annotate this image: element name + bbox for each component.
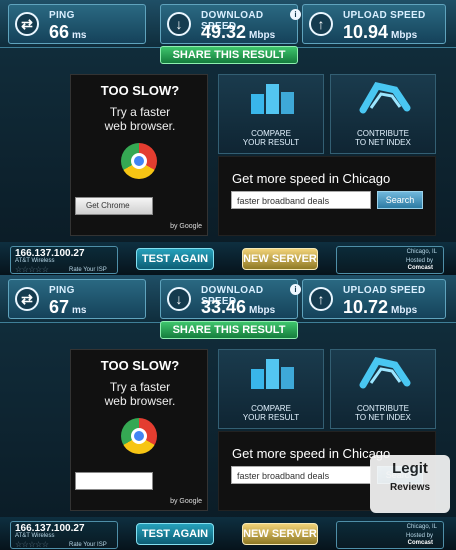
bar-chart-icon bbox=[251, 84, 294, 114]
rating-stars-icon[interactable]: ☆☆☆☆☆ bbox=[15, 265, 49, 274]
download-arrow-icon: ↓ bbox=[167, 287, 191, 311]
network-icon bbox=[359, 357, 411, 389]
footer-bar: 166.137.100.27 AT&T Wireless ☆☆☆☆☆ Rate … bbox=[0, 242, 456, 275]
compare-result-tile[interactable]: COMPARE YOUR RESULT bbox=[218, 74, 324, 154]
contribute-label: CONTRIBUTE TO NET INDEX bbox=[355, 129, 411, 147]
ping-stat: ⇄ PING 66 ms bbox=[8, 4, 146, 44]
server-city: Chicago, IL bbox=[406, 249, 437, 255]
search-input[interactable]: faster broadband deals bbox=[231, 191, 371, 209]
watermark-logo: Legit Reviews bbox=[370, 455, 450, 513]
rate-isp-link[interactable]: Rate Your ISP bbox=[69, 267, 107, 273]
ping-value: 66 ms bbox=[49, 22, 87, 42]
upload-stat: ↑ UPLOAD SPEED 10.72 Mbps bbox=[302, 279, 446, 319]
search-title: Get more speed in Chicago bbox=[232, 446, 391, 461]
upload-arrow-icon: ↑ bbox=[309, 287, 333, 311]
test-again-button[interactable]: TEST AGAIN bbox=[136, 248, 214, 270]
compare-result-tile[interactable]: COMPARE YOUR RESULT bbox=[218, 349, 324, 429]
upload-value: 10.72 Mbps bbox=[343, 297, 418, 317]
server-info: Chicago, IL Hosted by Comcast bbox=[336, 521, 444, 549]
isp-name: AT&T Wireless bbox=[15, 258, 55, 264]
network-icon bbox=[359, 82, 411, 114]
ad-text: Try a faster web browser. bbox=[104, 105, 176, 133]
contribute-tile[interactable]: CONTRIBUTE TO NET INDEX bbox=[330, 349, 436, 429]
search-input[interactable]: faster broadband deals bbox=[231, 466, 371, 484]
browser-ad[interactable]: TOO SLOW? Try a faster web browser. Get C… bbox=[70, 74, 208, 236]
ad-text: Try a faster web browser. bbox=[104, 380, 176, 408]
ip-info: 166.137.100.27 AT&T Wireless ☆☆☆☆☆ Rate … bbox=[10, 246, 118, 274]
ad-title: TOO SLOW? bbox=[100, 83, 180, 98]
share-result-button[interactable]: SHARE THIS RESULT bbox=[160, 46, 298, 64]
bar-chart-icon bbox=[251, 359, 294, 389]
ad-title: TOO SLOW? bbox=[100, 358, 180, 373]
share-result-button[interactable]: SHARE THIS RESULT bbox=[160, 321, 298, 339]
get-chrome-button[interactable] bbox=[75, 472, 153, 490]
speedtest-panel: ⇄ PING 66 ms ↓ DOWNLOAD SPEED i 49.32 Mbps… bbox=[0, 0, 456, 275]
download-stat: ↓ DOWNLOAD SPEED i 49.32 Mbps bbox=[160, 4, 301, 44]
ad-by-google: by Google bbox=[170, 498, 202, 505]
search-button[interactable]: Search bbox=[377, 191, 423, 209]
server-info: Chicago, IL Hosted by Comcast bbox=[336, 246, 444, 274]
download-value: 33.46 Mbps bbox=[201, 297, 276, 317]
chrome-logo-icon bbox=[121, 418, 157, 454]
search-title: Get more speed in Chicago bbox=[232, 171, 391, 186]
upload-stat: ↑ UPLOAD SPEED 10.94 Mbps bbox=[302, 4, 446, 44]
ping-label: PING bbox=[49, 10, 75, 21]
contribute-tile[interactable]: CONTRIBUTE TO NET INDEX bbox=[330, 74, 436, 154]
compare-label: COMPARE YOUR RESULT bbox=[242, 404, 300, 422]
ping-icon: ⇄ bbox=[15, 287, 39, 311]
download-value: 49.32 Mbps bbox=[201, 22, 276, 42]
ping-icon: ⇄ bbox=[15, 12, 39, 36]
ad-by-google: by Google bbox=[170, 223, 202, 230]
isp-name: AT&T Wireless bbox=[15, 533, 55, 539]
footer-bar: 166.137.100.27 AT&T Wireless ☆☆☆☆☆ Rate … bbox=[0, 517, 456, 550]
rate-isp-link[interactable]: Rate Your ISP bbox=[69, 542, 107, 548]
ping-stat: ⇄ PING 67 ms bbox=[8, 279, 146, 319]
download-arrow-icon: ↓ bbox=[167, 12, 191, 36]
upload-arrow-icon: ↑ bbox=[309, 12, 333, 36]
promo-tiles: COMPARE YOUR RESULT CONTRIBUTE TO NET IN… bbox=[218, 74, 436, 154]
ip-info: 166.137.100.27 AT&T Wireless ☆☆☆☆☆ Rate … bbox=[10, 521, 118, 549]
upload-label: UPLOAD SPEED bbox=[343, 10, 426, 21]
ping-value: 67 ms bbox=[49, 297, 87, 317]
info-icon[interactable]: i bbox=[290, 284, 301, 295]
download-stat: ↓ DOWNLOAD SPEED i 33.46 Mbps bbox=[160, 279, 301, 319]
chrome-logo-icon bbox=[121, 143, 157, 179]
server-city: Chicago, IL bbox=[406, 524, 437, 530]
promo-tiles: COMPARE YOUR RESULT CONTRIBUTE TO NET IN… bbox=[218, 349, 436, 429]
hosted-by: Hosted by Comcast bbox=[405, 258, 433, 271]
hosted-by: Hosted by Comcast bbox=[405, 533, 433, 546]
contribute-label: CONTRIBUTE TO NET INDEX bbox=[355, 404, 411, 422]
new-server-button[interactable]: NEW SERVER bbox=[242, 523, 318, 545]
ping-label: PING bbox=[49, 285, 75, 296]
upload-label: UPLOAD SPEED bbox=[343, 285, 426, 296]
upload-value: 10.94 Mbps bbox=[343, 22, 418, 42]
get-chrome-button[interactable]: Get Chrome bbox=[75, 197, 153, 215]
test-again-button[interactable]: TEST AGAIN bbox=[136, 523, 214, 545]
new-server-button[interactable]: NEW SERVER bbox=[242, 248, 318, 270]
info-icon[interactable]: i bbox=[290, 9, 301, 20]
browser-ad[interactable]: TOO SLOW? Try a faster web browser. by Go… bbox=[70, 349, 208, 511]
compare-label: COMPARE YOUR RESULT bbox=[242, 129, 300, 147]
speed-search-panel: Get more speed in Chicago faster broadba… bbox=[218, 156, 436, 236]
rating-stars-icon[interactable]: ☆☆☆☆☆ bbox=[15, 540, 49, 549]
